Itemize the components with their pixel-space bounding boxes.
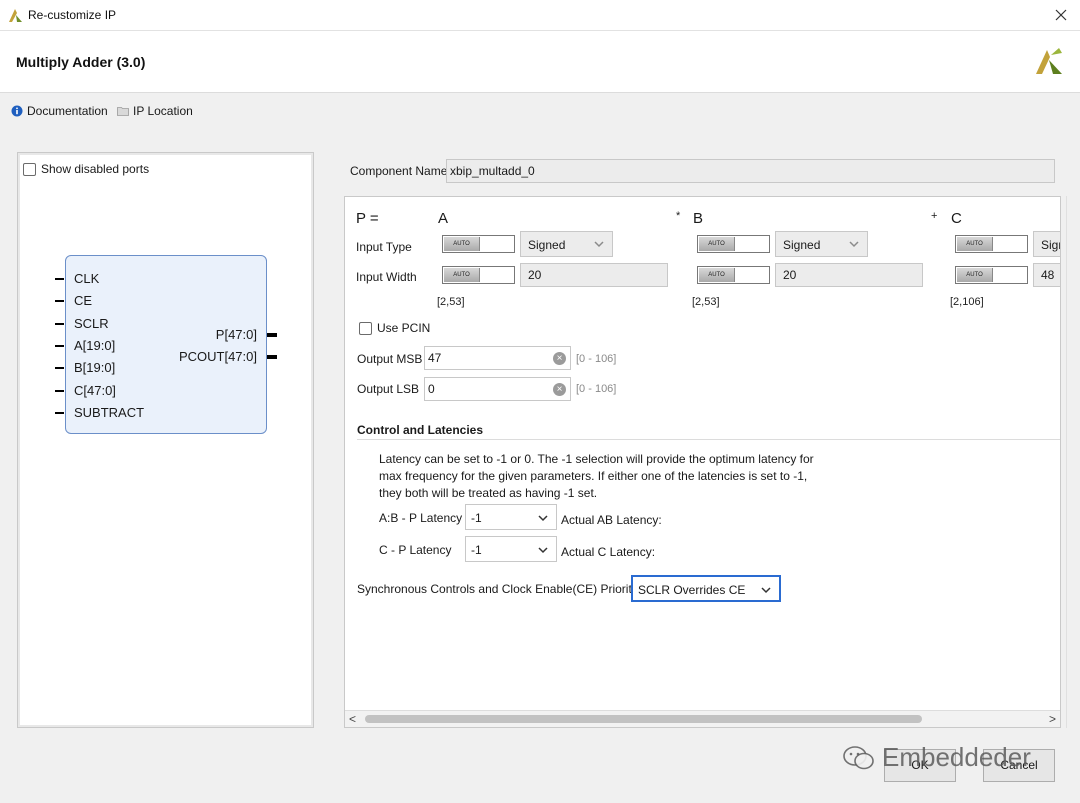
actual-ab-latency-label: Actual AB Latency: xyxy=(561,513,662,527)
use-pcin-row[interactable]: Use PCIN xyxy=(359,321,430,335)
scrollbar-thumb[interactable] xyxy=(365,715,922,723)
c-width-auto-toggle[interactable]: AUTO xyxy=(955,266,1028,284)
window-title: Re-customize IP xyxy=(28,8,117,22)
folder-icon xyxy=(117,107,129,116)
wechat-icon xyxy=(843,745,874,769)
clear-icon[interactable]: × xyxy=(553,383,566,396)
c-width-range: [2,106] xyxy=(950,296,984,308)
b-header: B xyxy=(693,210,704,227)
input-type-label: Input Type xyxy=(356,240,412,254)
show-disabled-ports-checkbox[interactable] xyxy=(23,162,36,176)
configuration-panel: P = A * B + C Input Type Input Width AUT… xyxy=(344,196,1061,728)
use-pcin-checkbox[interactable] xyxy=(359,321,372,335)
info-icon xyxy=(11,105,23,117)
chevron-down-icon xyxy=(538,547,548,554)
use-pcin-label: Use PCIN xyxy=(377,321,431,335)
b-width-field[interactable]: 20 xyxy=(775,263,923,287)
input-width-label: Input Width xyxy=(356,270,417,284)
show-disabled-ports-label: Show disabled ports xyxy=(41,162,150,176)
c-p-latency-label: C - P Latency xyxy=(379,543,452,557)
a-type-value: Signed xyxy=(528,238,566,252)
b-type-select[interactable]: Signed xyxy=(775,231,868,257)
latency-description-3: they both will be treated as having -1 s… xyxy=(379,486,598,500)
output-lsb-field[interactable]: 0 × xyxy=(424,377,571,401)
c-width-field[interactable]: 48 xyxy=(1033,263,1060,287)
c-header: C xyxy=(951,210,962,227)
ab-p-latency-value: -1 xyxy=(471,511,482,525)
ab-p-latency-select[interactable]: -1 xyxy=(465,504,557,530)
horizontal-scrollbar[interactable]: < > xyxy=(345,710,1060,727)
chevron-down-icon xyxy=(594,241,604,248)
show-disabled-ports-row[interactable]: Show disabled ports xyxy=(23,162,149,176)
ip-title: Multiply Adder (3.0) xyxy=(16,54,146,70)
ip-location-label: IP Location xyxy=(133,104,193,118)
close-icon[interactable] xyxy=(1052,6,1070,24)
vivado-brand-logo-icon xyxy=(1036,48,1062,74)
documentation-label: Documentation xyxy=(27,104,108,118)
ip-block-symbol: CLK CE SCLR A[19:0] B[19:0] C[47:0] SUBT… xyxy=(55,255,277,434)
component-name-field[interactable]: xbip_multadd_0 xyxy=(446,159,1055,183)
sync-priority-select[interactable]: SCLR Overrides CE xyxy=(631,575,781,602)
component-name-label: Component Name xyxy=(350,164,448,178)
a-width-auto-toggle[interactable]: AUTO xyxy=(442,266,515,284)
chevron-down-icon xyxy=(761,587,771,594)
a-type-auto-toggle[interactable]: AUTO xyxy=(442,235,515,253)
watermark: Embeddeder xyxy=(842,742,1031,773)
output-msb-label: Output MSB xyxy=(357,352,423,366)
title-bar: Re-customize IP xyxy=(0,0,1080,31)
c-p-latency-select[interactable]: -1 xyxy=(465,536,557,562)
output-lsb-label: Output LSB xyxy=(357,382,420,396)
a-width-range: [2,53] xyxy=(437,296,465,308)
b-width-auto-toggle[interactable]: AUTO xyxy=(697,266,770,284)
documentation-link[interactable]: Documentation xyxy=(11,104,108,118)
watermark-text: Embeddeder xyxy=(882,742,1031,772)
actual-c-latency-label: Actual C Latency: xyxy=(561,545,656,559)
ip-header: Multiply Adder (3.0) xyxy=(0,31,1080,93)
output-msb-field[interactable]: 47 × xyxy=(424,346,571,370)
a-type-select[interactable]: Signed xyxy=(520,231,613,257)
scroll-right-icon[interactable]: > xyxy=(1049,712,1056,726)
sync-priority-value: SCLR Overrides CE xyxy=(638,583,746,597)
p-equals-label: P = xyxy=(356,210,379,227)
latency-description-2: max frequency for the given parameters. … xyxy=(379,469,808,483)
clear-icon[interactable]: × xyxy=(553,352,566,365)
ip-symbol-panel: Show disabled ports xyxy=(17,152,314,728)
output-lsb-value: 0 xyxy=(428,382,435,396)
c-type-select[interactable]: Sign xyxy=(1033,231,1060,257)
c-type-auto-toggle[interactable]: AUTO xyxy=(955,235,1028,253)
chevron-down-icon xyxy=(849,241,859,248)
output-msb-hint: [0 - 106] xyxy=(576,353,617,365)
multiply-operator: * xyxy=(676,210,681,222)
c-type-value: Sign xyxy=(1041,238,1060,252)
output-lsb-hint: [0 - 106] xyxy=(576,383,617,395)
a-width-field[interactable]: 20 xyxy=(520,263,668,287)
add-operator: + xyxy=(931,210,938,222)
vivado-logo-icon xyxy=(9,9,22,22)
ab-p-latency-label: A:B - P Latency xyxy=(379,511,463,525)
ip-location-link[interactable]: IP Location xyxy=(117,104,193,118)
a-header: A xyxy=(438,210,449,227)
chevron-down-icon xyxy=(538,515,548,522)
control-latencies-heading: Control and Latencies xyxy=(357,423,484,437)
right-edge-strip xyxy=(1066,196,1080,728)
output-msb-value: 47 xyxy=(428,351,442,365)
b-type-value: Signed xyxy=(783,238,821,252)
sync-priority-label: Synchronous Controls and Clock Enable(CE… xyxy=(357,582,638,596)
section-divider xyxy=(357,439,1060,440)
b-type-auto-toggle[interactable]: AUTO xyxy=(697,235,770,253)
latency-description-1: Latency can be set to -1 or 0. The -1 se… xyxy=(379,452,814,466)
link-bar: Documentation IP Location xyxy=(0,93,1080,129)
scroll-left-icon[interactable]: < xyxy=(349,712,356,726)
c-p-latency-value: -1 xyxy=(471,543,482,557)
b-width-range: [2,53] xyxy=(692,296,720,308)
